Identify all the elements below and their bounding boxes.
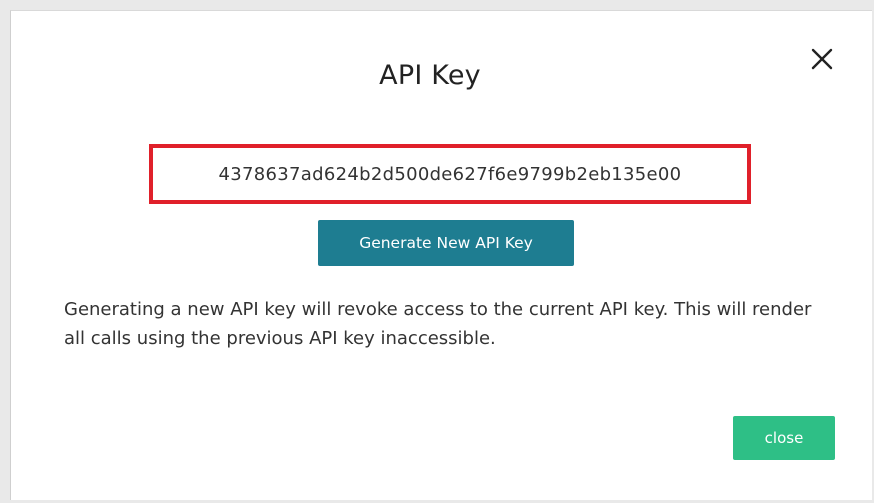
api-key-highlight-box: 4378637ad624b2d500de627f6e9799b2eb135e00 (149, 144, 751, 204)
api-key-value[interactable]: 4378637ad624b2d500de627f6e9799b2eb135e00 (219, 164, 682, 185)
description-text: Generating a new API key will revoke acc… (64, 299, 812, 349)
api-key-modal: API Key 4378637ad624b2d500de627f6e9799b2… (10, 10, 872, 500)
close-icon[interactable] (809, 46, 835, 72)
modal-title: API Key (379, 60, 481, 91)
close-button[interactable]: close (733, 416, 835, 460)
generate-new-api-key-button[interactable]: Generate New API Key (318, 220, 574, 266)
